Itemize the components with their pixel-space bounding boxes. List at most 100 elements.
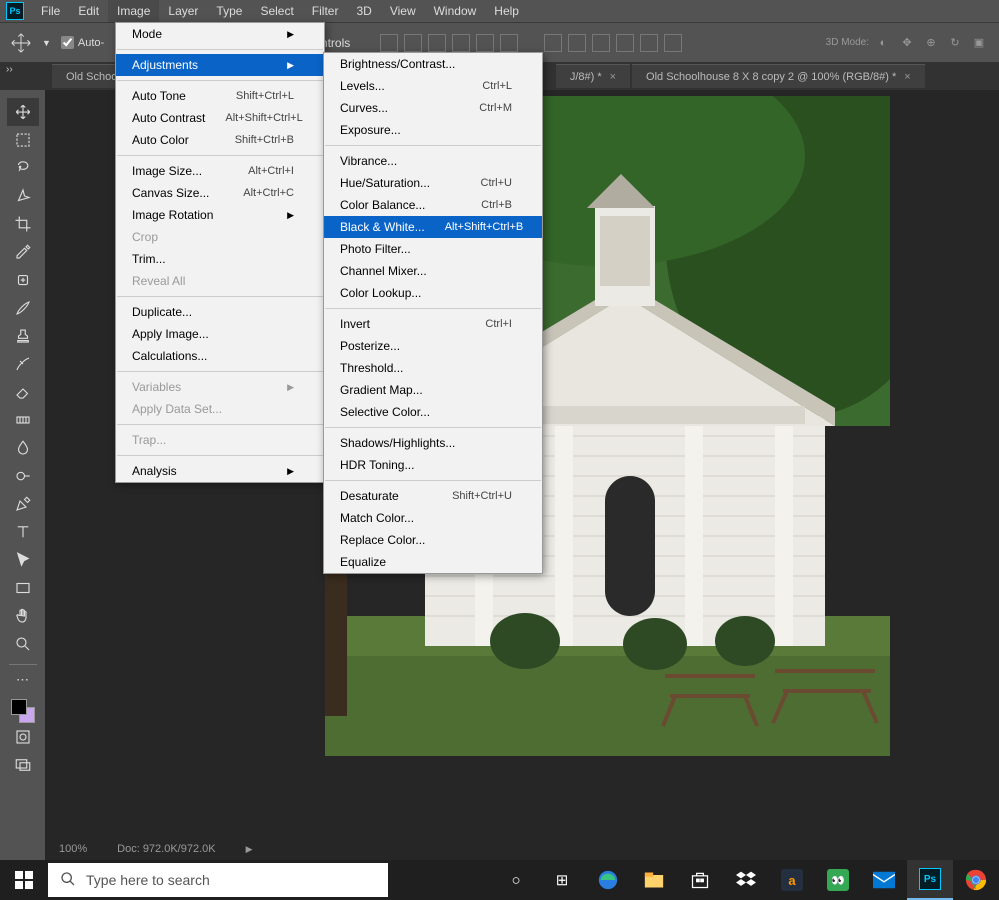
- menu-type[interactable]: Type: [207, 0, 251, 22]
- auto-select-checkbox[interactable]: Auto-: [61, 36, 104, 49]
- taskbar-search[interactable]: Type here to search: [48, 863, 388, 897]
- menu-item-invert[interactable]: InvertCtrl+I: [324, 313, 542, 335]
- menu-item-replace-color[interactable]: Replace Color...: [324, 529, 542, 551]
- menu-item-black-and-white[interactable]: Black & White...Alt+Shift+Ctrl+B: [324, 216, 542, 238]
- screen-mode-tool[interactable]: [7, 751, 39, 779]
- menu-item-image-size[interactable]: Image Size...Alt+Ctrl+I: [116, 160, 324, 182]
- blur-tool[interactable]: [7, 434, 39, 462]
- menu-view[interactable]: View: [381, 0, 425, 22]
- menu-image[interactable]: Image: [108, 0, 159, 22]
- chevron-down-icon[interactable]: ▼: [42, 38, 51, 48]
- menu-item-hue-saturation[interactable]: Hue/Saturation...Ctrl+U: [324, 172, 542, 194]
- marquee-tool[interactable]: [7, 126, 39, 154]
- align-icon[interactable]: [404, 34, 422, 52]
- chrome-icon[interactable]: [953, 860, 999, 900]
- menu-filter[interactable]: Filter: [303, 0, 348, 22]
- amazon-icon[interactable]: a: [769, 860, 815, 900]
- menu-item-image-rotation[interactable]: Image Rotation▶: [116, 204, 324, 226]
- distribute-icon[interactable]: [568, 34, 586, 52]
- menu-item-auto-tone[interactable]: Auto ToneShift+Ctrl+L: [116, 85, 324, 107]
- healing-tool[interactable]: [7, 266, 39, 294]
- align-icon[interactable]: [476, 34, 494, 52]
- menu-item-match-color[interactable]: Match Color...: [324, 507, 542, 529]
- menu-item-exposure[interactable]: Exposure...: [324, 119, 542, 141]
- menu-item-hdr-toning[interactable]: HDR Toning...: [324, 454, 542, 476]
- menu-item-analysis[interactable]: Analysis▶: [116, 460, 324, 482]
- task-view-icon[interactable]: ⊞: [539, 860, 585, 900]
- align-icon[interactable]: [452, 34, 470, 52]
- gradient-tool[interactable]: [7, 406, 39, 434]
- menu-item-apply-image[interactable]: Apply Image...: [116, 323, 324, 345]
- distribute-icon[interactable]: [592, 34, 610, 52]
- brush-tool[interactable]: [7, 294, 39, 322]
- eraser-tool[interactable]: [7, 378, 39, 406]
- menu-item-variables[interactable]: Variables▶: [116, 376, 324, 398]
- hand-tool[interactable]: [7, 602, 39, 630]
- menu-item-posterize[interactable]: Posterize...: [324, 335, 542, 357]
- menu-item-trim[interactable]: Trim...: [116, 248, 324, 270]
- menu-item-canvas-size[interactable]: Canvas Size...Alt+Ctrl+C: [116, 182, 324, 204]
- menu-layer[interactable]: Layer: [159, 0, 207, 22]
- orbit-icon[interactable]: ◐: [873, 33, 893, 53]
- menu-item-trap[interactable]: Trap...: [116, 429, 324, 451]
- mail-icon[interactable]: [861, 860, 907, 900]
- photoshop-taskbar-icon[interactable]: Ps: [907, 860, 953, 900]
- menu-item-channel-mixer[interactable]: Channel Mixer...: [324, 260, 542, 282]
- quick-select-tool[interactable]: [7, 182, 39, 210]
- store-icon[interactable]: [677, 860, 723, 900]
- lasso-tool[interactable]: [7, 154, 39, 182]
- menu-item-duplicate[interactable]: Duplicate...: [116, 301, 324, 323]
- menu-item-auto-contrast[interactable]: Auto ContrastAlt+Shift+Ctrl+L: [116, 107, 324, 129]
- menu-select[interactable]: Select: [251, 0, 302, 22]
- explorer-icon[interactable]: [631, 860, 677, 900]
- close-icon[interactable]: ×: [610, 71, 616, 83]
- menu-item-curves[interactable]: Curves...Ctrl+M: [324, 97, 542, 119]
- menu-item-mode[interactable]: Mode▶: [116, 23, 324, 45]
- crop-tool[interactable]: [7, 210, 39, 238]
- menu-help[interactable]: Help: [485, 0, 528, 22]
- menu-item-vibrance[interactable]: Vibrance...: [324, 150, 542, 172]
- collapse-icon[interactable]: ››: [6, 64, 13, 75]
- type-tool[interactable]: [7, 518, 39, 546]
- distribute-icon[interactable]: [544, 34, 562, 52]
- history-brush-tool[interactable]: [7, 350, 39, 378]
- color-swatch[interactable]: [11, 699, 35, 723]
- menu-item-selective-color[interactable]: Selective Color...: [324, 401, 542, 423]
- menu-edit[interactable]: Edit: [69, 0, 108, 22]
- rotate-icon[interactable]: ↻: [945, 33, 965, 53]
- chevron-right-icon[interactable]: ▶: [246, 844, 253, 855]
- tripadvisor-icon[interactable]: 👀: [815, 860, 861, 900]
- menu-item-color-lookup[interactable]: Color Lookup...: [324, 282, 542, 304]
- pan-icon[interactable]: ✥: [897, 33, 917, 53]
- align-icon[interactable]: [500, 34, 518, 52]
- distribute-icon[interactable]: [640, 34, 658, 52]
- menu-item-crop[interactable]: Crop: [116, 226, 324, 248]
- menu-item-reveal-all[interactable]: Reveal All: [116, 270, 324, 292]
- document-tab[interactable]: Old Schoolhouse 8 X 8 copy 2 @ 100% (RGB…: [632, 64, 925, 88]
- menu-item-color-balance[interactable]: Color Balance...Ctrl+B: [324, 194, 542, 216]
- document-tab[interactable]: J/8#) *×: [556, 64, 630, 88]
- move-tool[interactable]: [7, 98, 39, 126]
- stamp-tool[interactable]: [7, 322, 39, 350]
- menu-item-desaturate[interactable]: DesaturateShift+Ctrl+U: [324, 485, 542, 507]
- menu-item-brightness-contrast[interactable]: Brightness/Contrast...: [324, 53, 542, 75]
- menu-item-photo-filter[interactable]: Photo Filter...: [324, 238, 542, 260]
- edge-icon[interactable]: [585, 860, 631, 900]
- menu-item-gradient-map[interactable]: Gradient Map...: [324, 379, 542, 401]
- dodge-tool[interactable]: [7, 462, 39, 490]
- menu-item-auto-color[interactable]: Auto ColorShift+Ctrl+B: [116, 129, 324, 151]
- menu-item-shadows-highlights[interactable]: Shadows/Highlights...: [324, 432, 542, 454]
- menu-item-calculations[interactable]: Calculations...: [116, 345, 324, 367]
- eyedropper-tool[interactable]: [7, 238, 39, 266]
- zoom-level[interactable]: 100%: [59, 843, 87, 855]
- menu-3d[interactable]: 3D: [347, 0, 380, 22]
- move-tool-icon[interactable]: [10, 32, 32, 54]
- distribute-icon[interactable]: [664, 34, 682, 52]
- menu-file[interactable]: File: [32, 0, 69, 22]
- close-icon[interactable]: ×: [904, 71, 910, 83]
- menu-item-threshold[interactable]: Threshold...: [324, 357, 542, 379]
- align-icon[interactable]: [428, 34, 446, 52]
- menu-item-levels[interactable]: Levels...Ctrl+L: [324, 75, 542, 97]
- zoom-tool[interactable]: [7, 630, 39, 658]
- zoom-icon[interactable]: ⊕: [921, 33, 941, 53]
